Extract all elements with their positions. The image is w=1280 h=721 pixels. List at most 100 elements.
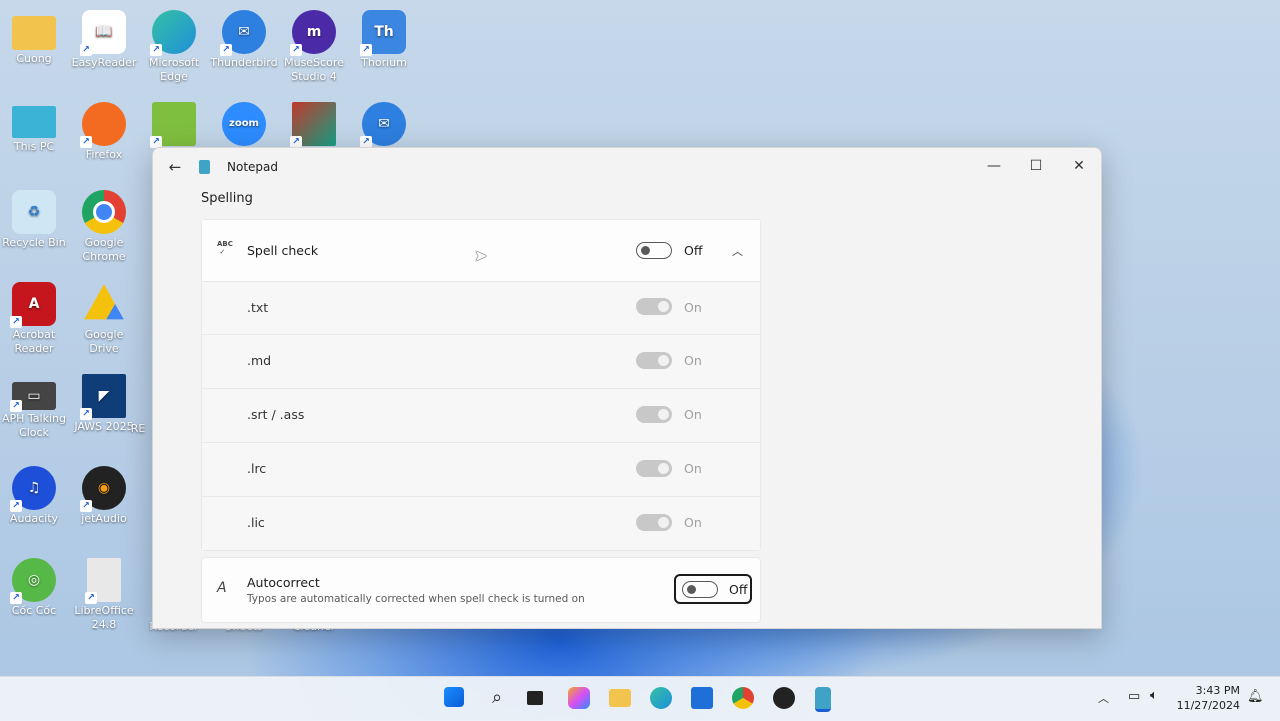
desktop-icon-zoom[interactable]: zoom	[210, 102, 278, 148]
desktop-icon-chrome[interactable]: Google Chrome	[70, 190, 138, 264]
edge-icon[interactable]	[650, 687, 672, 709]
section-title-spelling: Spelling	[201, 191, 253, 206]
chevron-up-icon[interactable]: ︿	[732, 243, 743, 259]
back-arrow-icon: ←	[168, 158, 182, 176]
autocorrect-toggle[interactable]	[682, 581, 718, 598]
zoom-icon: zoom	[222, 102, 266, 146]
file-type-state: On	[684, 300, 702, 315]
store-icon[interactable]	[691, 687, 713, 709]
easyreader-icon: 📖 ↗	[80, 10, 126, 56]
taskbar: ⌕ ︿ ▭ 🔈︎ 3:43 PM 11/27/2024 🔔︎	[0, 676, 1280, 721]
minimize-icon: —	[987, 158, 1001, 174]
thunderbird-icon: ✉ ↗	[220, 10, 266, 56]
window-title: Notepad	[227, 160, 278, 174]
search-icon[interactable]: ⌕	[486, 687, 508, 709]
file-type-toggle-txt[interactable]	[636, 298, 672, 315]
audacity-icon: ♫ ↗	[10, 466, 56, 512]
file-type-label: .lic	[247, 515, 265, 530]
spell-check-card: ABC ✓ Spell check Off ︿ .txt On .md On .…	[201, 219, 761, 551]
clock-date[interactable]: 11/27/2024	[1172, 699, 1240, 712]
desktop-icon-libreoffice[interactable]: ↗ LibreOffice 24.8	[70, 558, 138, 632]
file-type-toggle-md[interactable]	[636, 352, 672, 369]
file-type-row-lic: .lic On	[202, 497, 760, 550]
file-type-state: On	[684, 461, 702, 476]
desktop-icon-thunderbird-2[interactable]: ✉ ↗	[350, 102, 418, 148]
desktop-icon-acrobat[interactable]: A ↗ Acrobat Reader	[0, 282, 68, 356]
desktop-icon-aph-clock[interactable]: ▭ ↗ APH Talking Clock	[0, 374, 68, 440]
acrobat-icon: A ↗	[10, 282, 56, 328]
autocorrect-description: Typos are automatically corrected when s…	[247, 593, 585, 605]
tray-chevron-icon[interactable]: ︿	[1098, 690, 1109, 706]
chrome-icon	[82, 190, 126, 234]
file-type-state: On	[684, 515, 702, 530]
desktop-icon-firefox[interactable]: ↗ Firefox	[70, 102, 138, 162]
autocorrect-state: Off	[729, 582, 748, 597]
desktop-icon-edge[interactable]: ↗ Microsoft Edge	[140, 10, 208, 84]
desktop-icon-thunderbird[interactable]: ✉ ↗ Thunderbird	[210, 10, 278, 70]
desktop-icon-coccoc[interactable]: ◎ ↗ Cốc Cốc	[0, 558, 68, 618]
file-type-toggle-lrc[interactable]	[636, 460, 672, 477]
edge-icon: ↗	[150, 10, 196, 56]
back-button[interactable]: ←	[163, 156, 187, 178]
firefox-icon: ↗	[80, 102, 126, 148]
thorium-icon: Th ↗	[360, 10, 406, 56]
minimize-button[interactable]: —	[973, 152, 1015, 180]
file-type-row-md: .md On	[202, 335, 760, 389]
file-type-state: On	[684, 407, 702, 422]
desktop-icon-app[interactable]: ↗	[280, 102, 348, 148]
network-icon[interactable]: ▭	[1128, 689, 1140, 704]
file-type-label: .txt	[247, 300, 269, 315]
obs-icon[interactable]	[773, 687, 795, 709]
clock-icon: ▭ ↗	[10, 382, 56, 412]
desktop-icon-cuong[interactable]: Cuong	[0, 10, 68, 66]
start-icon[interactable]	[444, 687, 464, 707]
desktop-icon-google-drive[interactable]: Google Drive	[70, 282, 138, 356]
notepad-app-icon	[199, 160, 210, 174]
desktop-icon-thorium[interactable]: Th ↗ Thorium	[350, 10, 418, 70]
copilot-icon[interactable]	[568, 687, 590, 709]
desktop-icon-musescore[interactable]: m ↗ MuseScore Studio 4	[280, 10, 348, 84]
notification-bell-icon[interactable]: 🔔︎	[1247, 689, 1264, 704]
folder-icon	[12, 16, 56, 50]
task-view-icon[interactable]	[527, 691, 543, 705]
notepad-icon[interactable]	[815, 687, 831, 712]
desktop-icon-easyreader[interactable]: 📖 ↗ EasyReader	[70, 10, 138, 70]
file-type-label: .md	[247, 353, 272, 368]
volume-icon[interactable]: 🔈︎	[1150, 688, 1158, 703]
jetaudio-icon: ◉ ↗	[80, 466, 126, 512]
libreoffice-icon: ↗	[85, 558, 121, 604]
autocorrect-label: Autocorrect	[247, 575, 320, 590]
file-explorer-icon[interactable]	[609, 689, 631, 707]
desktop-icon-recycle-bin[interactable]: ♻ Recycle Bin	[0, 190, 68, 250]
close-icon: ✕	[1073, 158, 1085, 174]
thunderbird-icon: ✉ ↗	[360, 102, 406, 148]
chrome-icon[interactable]	[732, 687, 754, 709]
recycle-bin-icon: ♻	[12, 190, 56, 234]
file-type-row-srt: .srt / .ass On	[202, 389, 760, 443]
close-button[interactable]: ✕	[1058, 152, 1100, 180]
file-type-label: .lrc	[247, 461, 267, 476]
clock-time[interactable]: 3:43 PM	[1180, 684, 1240, 697]
desktop-icon-audacity[interactable]: ♫ ↗ Audacity	[0, 466, 68, 526]
app-icon: ↗	[290, 102, 336, 148]
spell-check-toggle[interactable]	[636, 242, 672, 259]
notepadpp-icon: ↗	[150, 102, 196, 148]
autocorrect-icon: A	[217, 580, 227, 596]
maximize-icon: ☐	[1029, 158, 1043, 174]
mouse-cursor-icon: ➤	[474, 246, 488, 265]
file-type-state: On	[684, 353, 702, 368]
desktop-icon-this-pc[interactable]: This PC	[0, 102, 68, 154]
file-type-toggle-lic[interactable]	[636, 514, 672, 531]
maximize-button[interactable]: ☐	[1015, 152, 1057, 180]
file-type-toggle-srt[interactable]	[636, 406, 672, 423]
musescore-icon: m ↗	[290, 10, 336, 56]
file-type-row-lrc: .lrc On	[202, 443, 760, 497]
file-type-label: .srt / .ass	[247, 407, 305, 422]
desktop-icon-jetaudio[interactable]: ◉ ↗ jetAudio	[70, 466, 138, 526]
spell-check-label: Spell check	[247, 243, 319, 258]
file-type-row-txt: .txt On	[202, 282, 760, 335]
notepad-settings-window: ← Notepad — ☐ ✕ Spelling ABC ✓ Spell che…	[152, 147, 1102, 629]
coccoc-icon: ◎ ↗	[10, 558, 56, 604]
title-bar: ← Notepad — ☐ ✕	[153, 148, 1101, 186]
spell-check-icon: ABC ✓	[217, 240, 233, 256]
